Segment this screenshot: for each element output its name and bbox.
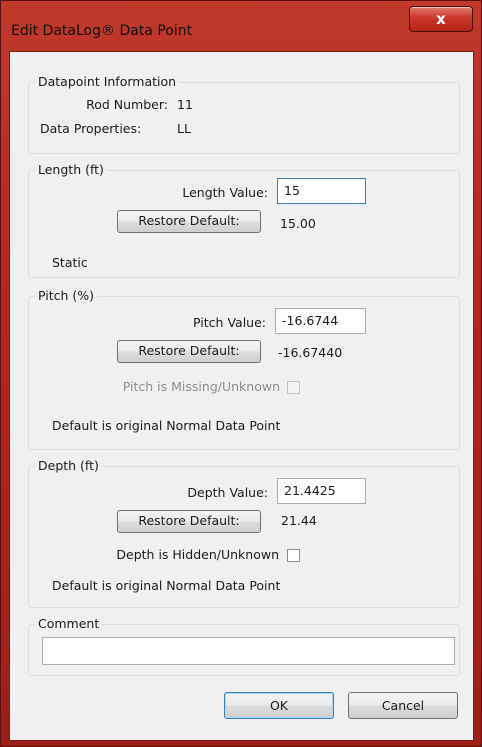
pitch-missing-checkbox[interactable]: [287, 381, 300, 394]
length-legend: Length (ft): [35, 162, 107, 178]
rod-number-label: Rod Number:: [86, 97, 168, 112]
pitch-note: Default is original Normal Data Point: [52, 418, 281, 433]
depth-value-label: Depth Value:: [187, 485, 268, 500]
depth-restore-default-button[interactable]: Restore Default:: [117, 510, 261, 533]
cancel-button[interactable]: Cancel: [348, 692, 458, 719]
close-button[interactable]: x: [409, 6, 473, 32]
datapoint-info-group: Datapoint Information: [28, 74, 460, 154]
rod-number-value: 11: [177, 97, 193, 112]
datapoint-info-legend: Datapoint Information: [35, 74, 180, 90]
depth-default-value: 21.44: [281, 513, 317, 528]
depth-note: Default is original Normal Data Point: [52, 578, 281, 593]
title-bar[interactable]: Edit DataLog® Data Point x: [1, 1, 481, 51]
length-value-label: Length Value:: [182, 185, 268, 200]
depth-hidden-label: Depth is Hidden/Unknown: [116, 547, 279, 562]
depth-value-input[interactable]: 21.4425: [277, 478, 366, 504]
pitch-missing-label: Pitch is Missing/Unknown: [122, 379, 280, 394]
length-restore-default-button[interactable]: Restore Default:: [117, 210, 261, 233]
pitch-value-input[interactable]: -16.6744: [275, 308, 366, 334]
comment-legend: Comment: [35, 616, 103, 632]
pitch-value-label: Pitch Value:: [193, 315, 266, 330]
ok-button[interactable]: OK: [224, 692, 334, 719]
length-default-value: 15.00: [280, 216, 316, 231]
data-properties-label: Data Properties:: [40, 121, 142, 136]
pitch-default-value: -16.67440: [278, 345, 343, 360]
depth-legend: Depth (ft): [35, 458, 102, 474]
depth-hidden-checkbox[interactable]: [287, 549, 300, 562]
length-status: Static: [52, 255, 88, 270]
data-properties-value: LL: [177, 121, 191, 136]
close-icon: x: [436, 10, 446, 28]
length-value-input[interactable]: 15: [277, 178, 366, 204]
pitch-restore-default-button[interactable]: Restore Default:: [117, 340, 261, 363]
comment-input[interactable]: [42, 637, 455, 665]
window-title: Edit DataLog® Data Point: [11, 23, 193, 39]
pitch-legend: Pitch (%): [35, 288, 98, 304]
